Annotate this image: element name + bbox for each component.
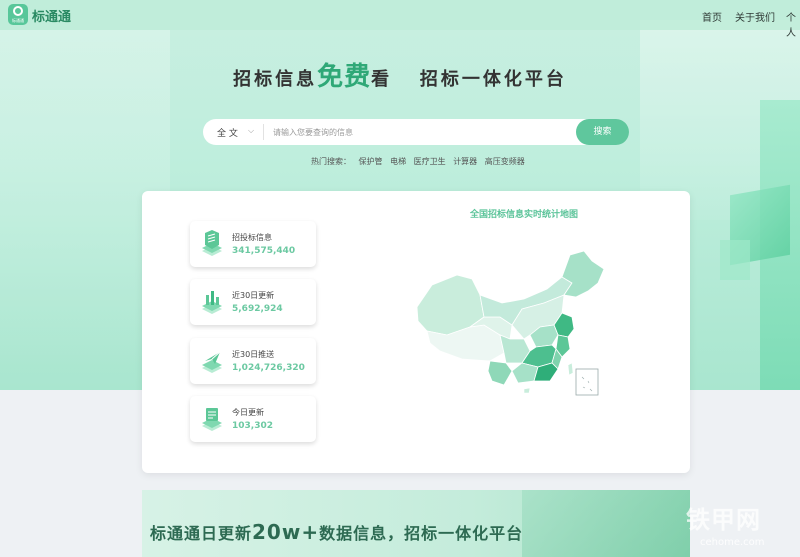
calendar-icon <box>202 408 222 431</box>
hot-search-term[interactable]: 电梯 <box>390 157 406 166</box>
promo-banner[interactable]: 标通通日更新20w+数据信息，招标一体化平台 <box>142 490 690 557</box>
stat-card-30day-updates[interactable]: 近30日更新 5,692,924 <box>190 279 316 325</box>
hot-search-term[interactable]: 保护管 <box>359 157 383 166</box>
send-icon <box>202 351 222 373</box>
hero-title: 招标信息免费看 招标一体化平台 <box>0 56 800 93</box>
document-stack-icon <box>202 230 222 256</box>
map-region <box>487 360 513 386</box>
search-input[interactable] <box>273 123 573 141</box>
south-sea-islands <box>581 376 593 392</box>
hot-search-term[interactable]: 计算器 <box>453 157 477 166</box>
nav-link-about[interactable]: 关于我们 <box>735 9 775 24</box>
stat-label: 近30日推送 <box>232 350 275 359</box>
banner-text-part1: 标通通日更新 <box>150 524 253 543</box>
logo-icon[interactable]: 标通通 <box>8 4 28 25</box>
watermark-sub: cehome.com <box>700 537 765 548</box>
logo-badge-text: 标通通 <box>12 18 24 23</box>
china-map[interactable] <box>412 247 612 397</box>
nav-link-personal[interactable]: 个人 <box>786 9 800 39</box>
divider <box>263 124 264 140</box>
nav-link-home[interactable]: 首页 <box>702 9 722 24</box>
search-button[interactable]: 搜索 <box>576 119 629 145</box>
map-region <box>523 387 531 394</box>
bar-chart-icon <box>202 291 222 314</box>
stat-label: 今日更新 <box>232 408 264 417</box>
watermark: 铁甲网 <box>686 506 761 534</box>
bulb-icon <box>13 6 23 16</box>
map-title: 全国招标信息实时统计地图 <box>470 210 579 220</box>
hero-decoration <box>720 240 750 280</box>
search-scope-select[interactable]: 全 文 <box>217 126 238 139</box>
banner-text-part2: 数据信息，招标一体化平台 <box>319 524 524 543</box>
hot-search-term[interactable]: 高压变频器 <box>485 157 525 166</box>
stat-card-30day-push[interactable]: 近30日推送 1,024,726,320 <box>190 338 316 384</box>
hero-title-part2: 看 招标一体化平台 <box>371 69 567 90</box>
banner-decoration <box>522 490 690 557</box>
top-nav: 标通通 标通通 首页 关于我们 个人 <box>0 0 800 39</box>
hot-search-label: 热门搜索： <box>311 157 351 166</box>
search-bar: 全 文 ⌵ 搜索 <box>203 119 629 145</box>
chevron-down-icon[interactable]: ⌵ <box>248 126 254 136</box>
hot-search-term[interactable]: 医疗卫生 <box>414 157 446 166</box>
stat-label: 近30日更新 <box>232 291 275 300</box>
stat-card-today[interactable]: 今日更新 103,302 <box>190 396 316 442</box>
stats-panel: 招投标信息 341,575,440 近30日更新 5,692,924 近30日推… <box>142 191 690 473</box>
map-region <box>567 362 574 376</box>
stat-value: 341,575,440 <box>232 246 296 256</box>
stat-value: 5,692,924 <box>232 304 283 314</box>
stat-value: 1,024,726,320 <box>232 363 305 373</box>
stat-value: 103,302 <box>232 421 273 431</box>
hero-title-accent: 免费 <box>317 62 372 92</box>
logo-text[interactable]: 标通通 <box>32 6 71 25</box>
stat-label: 招投标信息 <box>232 233 272 242</box>
stat-card-bids[interactable]: 招投标信息 341,575,440 <box>190 221 316 267</box>
map-region <box>561 250 605 298</box>
hot-searches: 热门搜索： 保护管 电梯 医疗卫生 计算器 高压变频器 <box>311 156 530 167</box>
banner-text-big: 20w+ <box>252 520 320 544</box>
banner-text: 标通通日更新20w+数据信息，招标一体化平台 <box>150 520 523 544</box>
hero-title-part1: 招标信息 <box>233 69 318 90</box>
south-sea-inset <box>575 368 599 396</box>
